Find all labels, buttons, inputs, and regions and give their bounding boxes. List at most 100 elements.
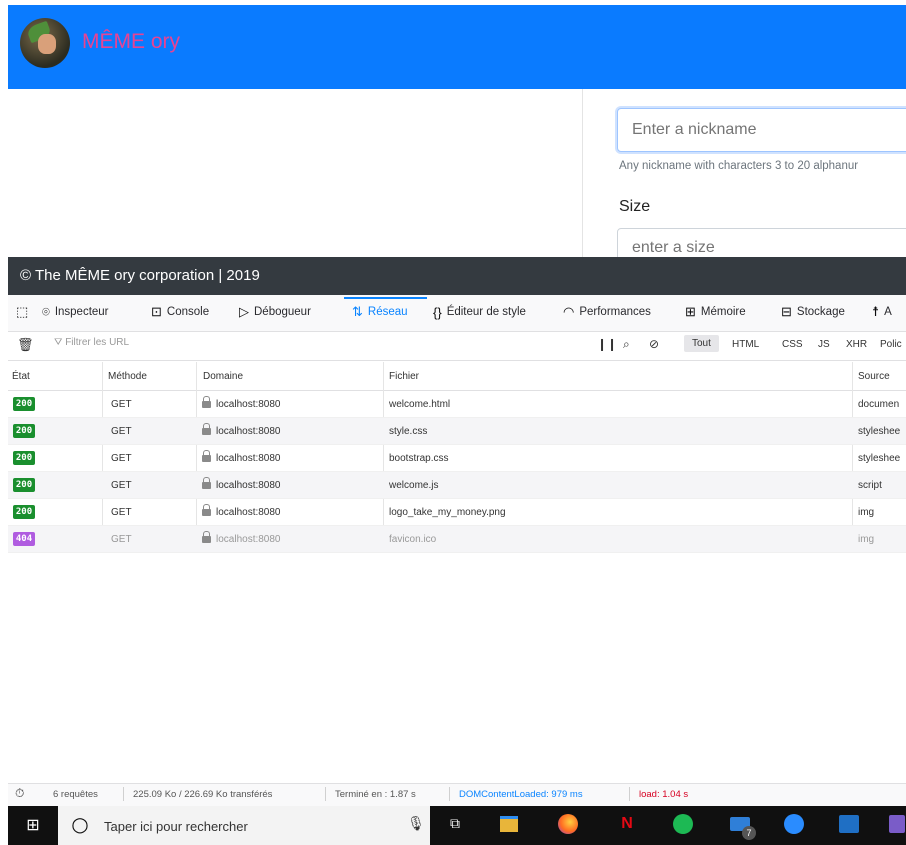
lock-icon (202, 423, 211, 435)
task-view-icon[interactable]: ⧉ (443, 812, 467, 836)
storage-icon: ⊟ (781, 304, 792, 319)
row-method: GET (111, 399, 132, 410)
spotify-icon[interactable] (671, 812, 695, 836)
row-method: GET (111, 534, 132, 545)
column-header-source[interactable]: Source (858, 371, 890, 382)
lock-icon (202, 531, 211, 543)
table-row[interactable]: 200 GET localhost:8080 welcome.js script (8, 472, 906, 499)
row-source: documen (858, 399, 900, 410)
row-source: img (858, 534, 875, 545)
table-row[interactable]: 404 GET localhost:8080 favicon.ico img (8, 526, 906, 553)
network-icon: ⇅ (352, 304, 363, 319)
nickname-input[interactable] (617, 108, 906, 152)
transferred-size: 225.09 Ko / 226.69 Ko transférés (133, 789, 273, 800)
size-label: Size (619, 198, 651, 215)
firefox-icon[interactable] (556, 812, 580, 836)
column-header-status[interactable]: État (12, 371, 30, 382)
mail-badge: 7 (742, 826, 756, 840)
app-icon[interactable] (888, 812, 906, 836)
tab-stockage[interactable]: ⊟ Stockage (781, 301, 845, 323)
left-pane (8, 89, 582, 257)
lock-icon (202, 450, 211, 462)
filter-type-css[interactable]: CSS (782, 339, 803, 350)
lock-icon (202, 504, 211, 516)
microphone-icon[interactable]: 🎙 (404, 812, 428, 836)
tab-inspecteur[interactable]: ⌾ Inspecteur (42, 301, 109, 323)
netflix-icon[interactable]: N (615, 812, 639, 836)
row-method: GET (111, 480, 132, 491)
lock-icon (202, 477, 211, 489)
outlook-icon[interactable] (837, 812, 861, 836)
pause-icon[interactable]: ❙❙ (597, 337, 617, 351)
row-domain: localhost:8080 (202, 504, 281, 518)
row-file: favicon.ico (389, 534, 437, 545)
status-badge: 200 (13, 505, 35, 519)
status-badge: 200 (13, 424, 35, 438)
inspector-icon: ⌾ (42, 304, 50, 319)
row-source: script (858, 480, 882, 491)
filter-type-js[interactable]: JS (818, 339, 830, 350)
row-file: logo_take_my_money.png (389, 507, 506, 518)
windows-start-icon[interactable]: ⊞ (21, 812, 45, 836)
row-file: welcome.html (389, 399, 451, 410)
dom-content-loaded: DOMContentLoaded: 979 ms (459, 789, 583, 800)
filter-type-fonts[interactable]: Polic (880, 339, 902, 350)
status-badge: 200 (13, 478, 35, 492)
trash-icon[interactable]: 🗑 (17, 338, 34, 353)
filter-icon: ⛛ (54, 337, 66, 348)
status-badge: 200 (13, 451, 35, 465)
finish-time: Terminé en : 1.87 s (335, 789, 416, 800)
url-filter-input[interactable]: ⛛ Filtrer les URL (54, 337, 129, 348)
row-domain: localhost:8080 (202, 531, 281, 545)
table-row[interactable]: 200 GET localhost:8080 logo_take_my_mone… (8, 499, 906, 526)
tab-console[interactable]: ⊡ Console (151, 301, 209, 323)
filter-type-xhr[interactable]: XHR (846, 339, 867, 350)
tab-debogueur[interactable]: ▷ Débogueur (239, 301, 311, 323)
filter-type-html[interactable]: HTML (732, 339, 759, 350)
site-logo[interactable] (20, 18, 70, 68)
tab-editeur-de-style[interactable]: {} Éditeur de style (433, 301, 526, 323)
row-source: styleshee (858, 453, 901, 464)
status-badge: 200 (13, 397, 35, 411)
accessibility-icon: ☨ (872, 304, 880, 319)
column-header-method[interactable]: Méthode (108, 371, 147, 382)
row-method: GET (111, 453, 132, 464)
tab-reseau[interactable]: ⇅ Réseau (352, 301, 408, 323)
request-count: 6 requêtes (53, 789, 98, 800)
row-file: bootstrap.css (389, 453, 449, 464)
status-separator (325, 787, 326, 801)
pick-element-icon[interactable]: ⬚ (16, 301, 33, 323)
row-method: GET (111, 507, 132, 518)
row-file: style.css (389, 426, 428, 437)
tab-accessibility[interactable]: ☨ A (872, 301, 892, 323)
status-separator (123, 787, 124, 801)
nickname-help-text: Any nickname with characters 3 to 20 alp… (619, 160, 859, 172)
table-row[interactable]: 200 GET localhost:8080 bootstrap.css sty… (8, 445, 906, 472)
row-source: styleshee (858, 426, 901, 437)
tab-performances[interactable]: ◠ Performances (563, 301, 651, 323)
network-filter-bar (8, 332, 906, 361)
active-tab-indicator (344, 297, 427, 299)
search-icon[interactable]: ⌕ (623, 337, 630, 352)
row-file: welcome.js (389, 480, 439, 491)
table-row[interactable]: 200 GET localhost:8080 style.css stylesh… (8, 418, 906, 445)
row-domain: localhost:8080 (202, 477, 281, 491)
column-header-file[interactable]: Fichier (389, 371, 419, 382)
column-header-domain[interactable]: Domaine (203, 371, 243, 382)
row-domain: localhost:8080 (202, 396, 281, 410)
site-brand[interactable]: MÊME ory (82, 30, 180, 54)
table-row[interactable]: 200 GET localhost:8080 welcome.html docu… (8, 391, 906, 418)
status-separator (449, 787, 450, 801)
tab-memoire[interactable]: ⊞ Mémoire (685, 301, 746, 323)
footer-text: © The MÊME ory corporation | 2019 (20, 267, 260, 284)
pane-divider (582, 89, 583, 257)
row-domain: localhost:8080 (202, 423, 281, 437)
lock-icon (202, 396, 211, 408)
file-explorer-icon[interactable] (497, 812, 521, 836)
timer-icon[interactable]: ⏱ (15, 786, 24, 801)
debugger-icon: ▷ (239, 304, 249, 319)
status-badge: 404 (13, 532, 35, 546)
block-icon[interactable]: ⊘ (649, 337, 659, 351)
messenger-icon[interactable] (782, 812, 806, 836)
filter-type-all[interactable]: Tout (684, 335, 719, 352)
